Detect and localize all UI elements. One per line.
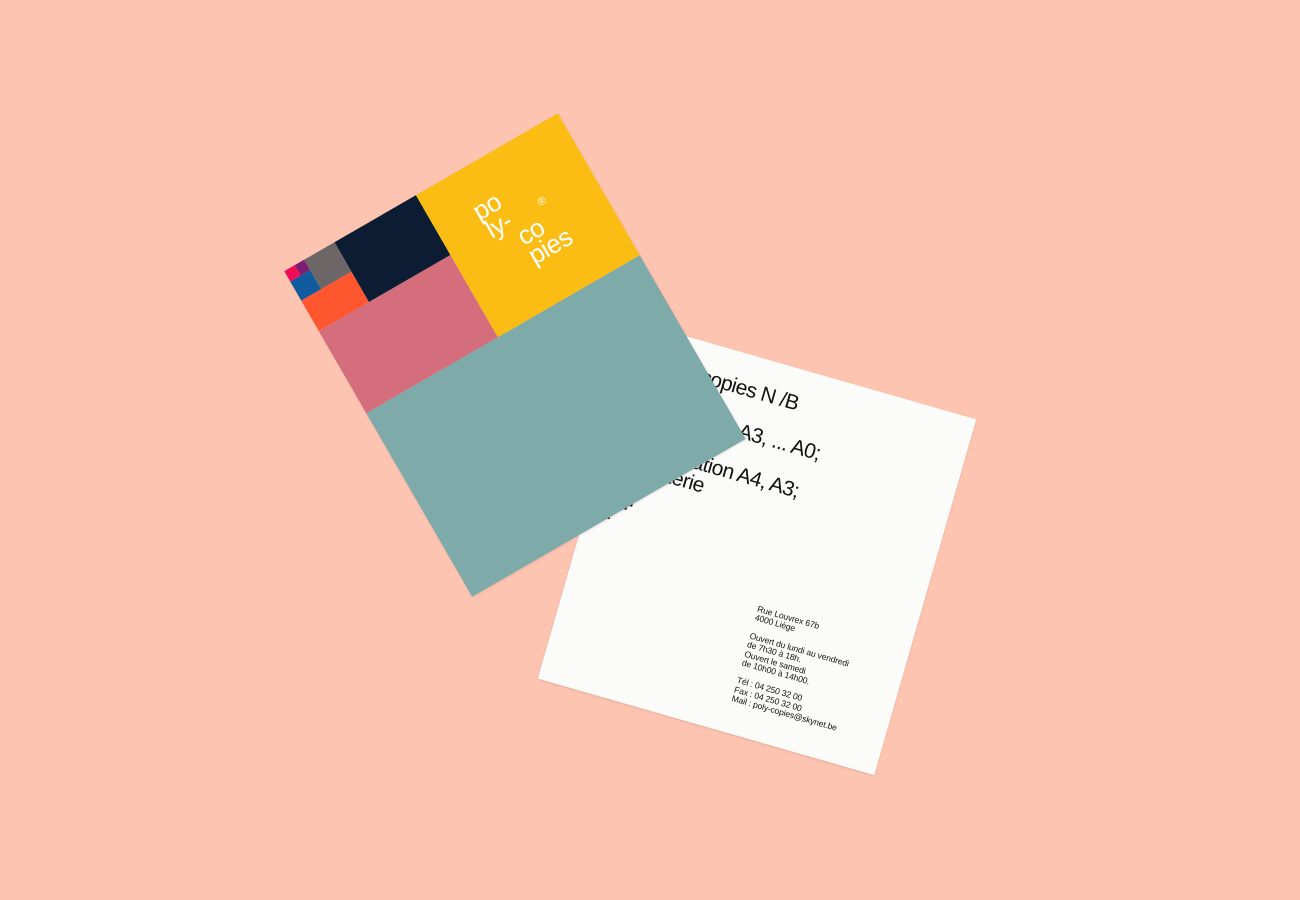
contact-info: Rue Louvrex 67b 4000 Liège Ouvert du lun… (728, 604, 864, 742)
